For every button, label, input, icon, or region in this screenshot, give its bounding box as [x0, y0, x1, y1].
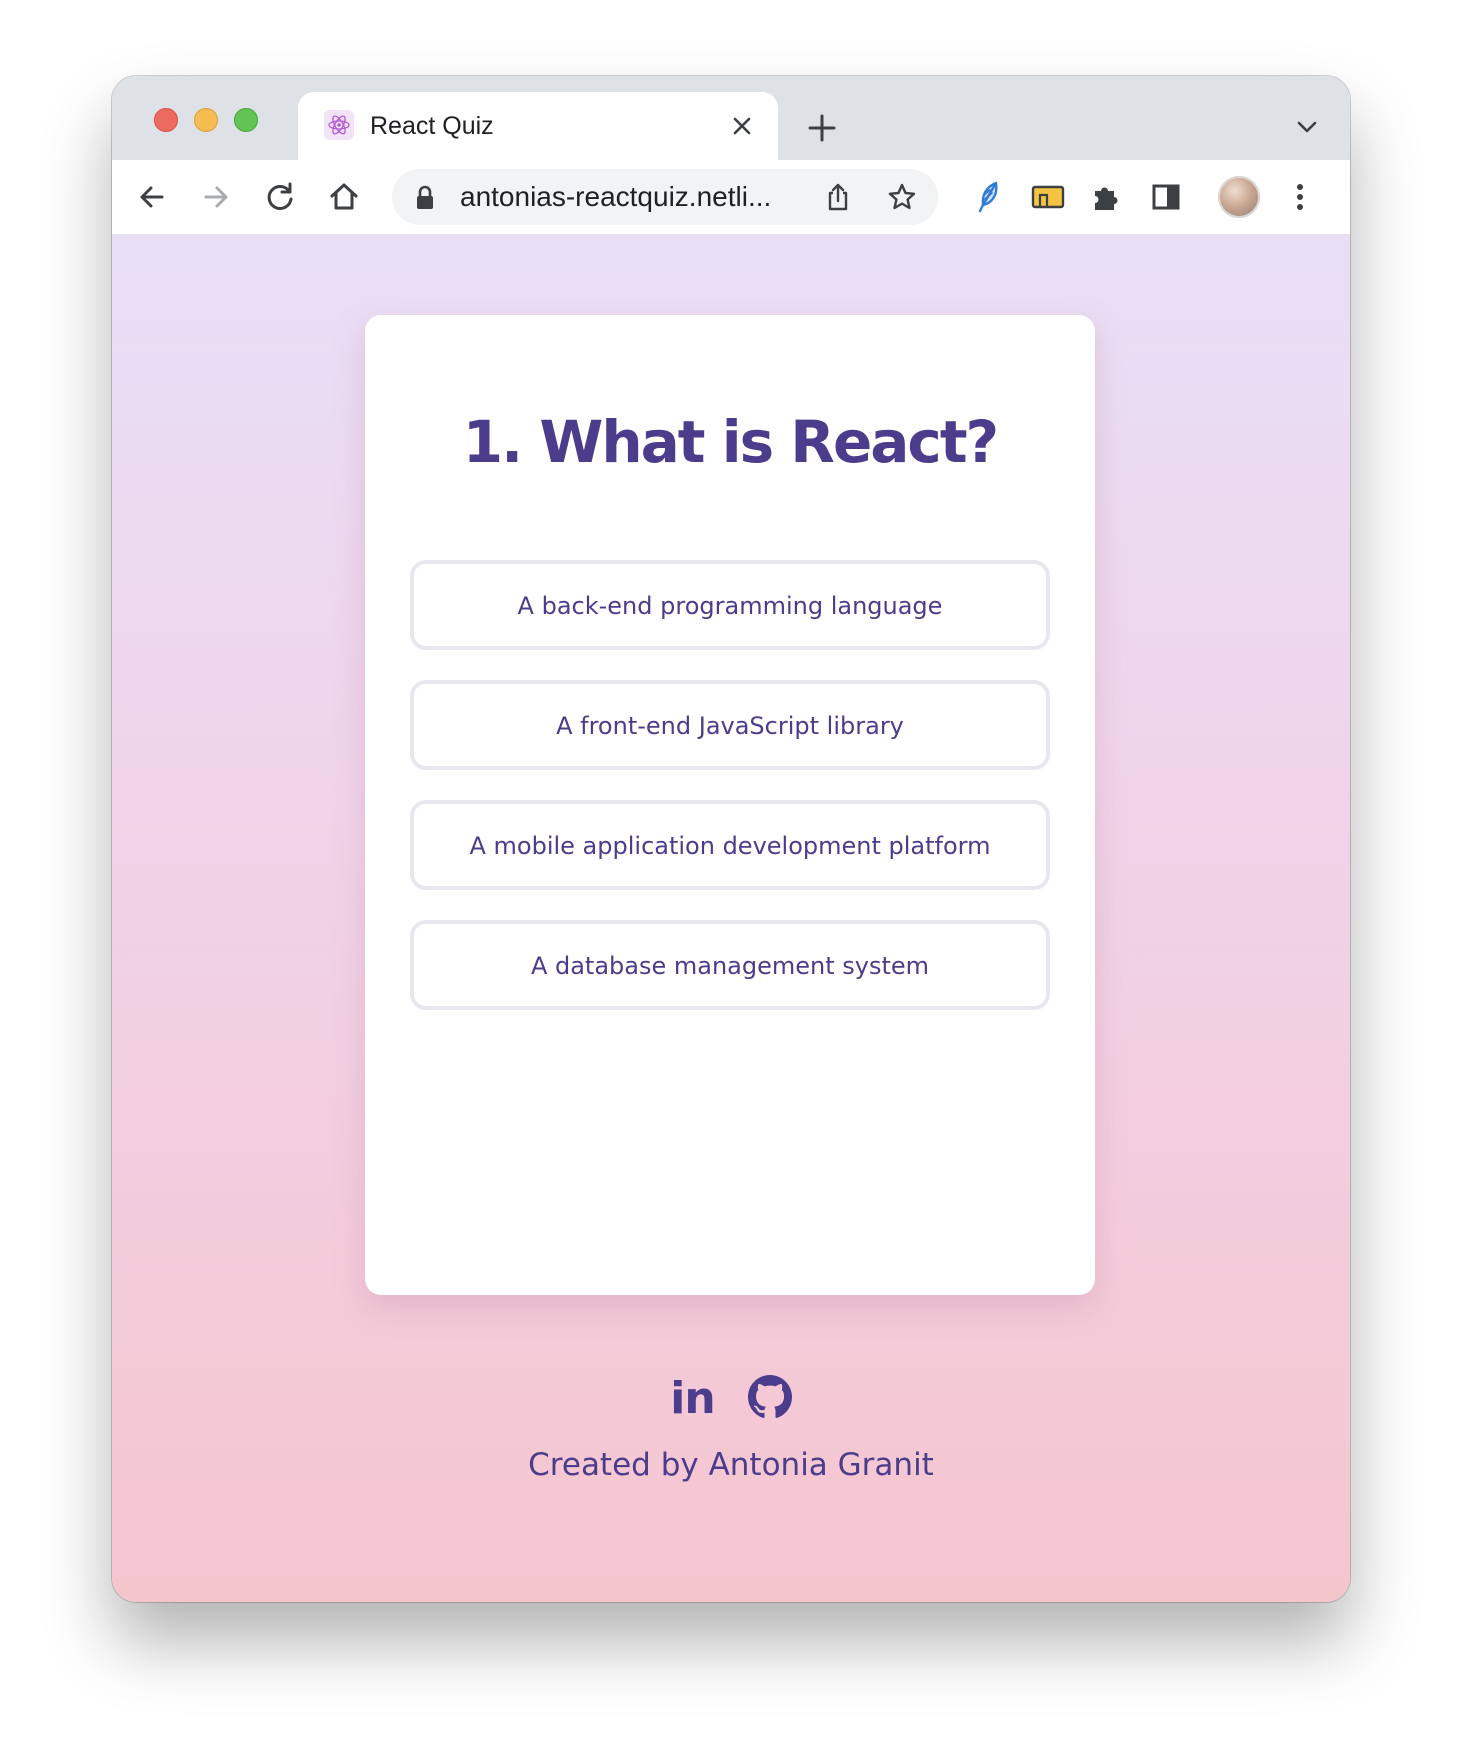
linkedin-icon[interactable]: in	[670, 1377, 715, 1421]
answer-option[interactable]: A database management system	[410, 920, 1050, 1010]
zoom-window-button[interactable]	[234, 108, 258, 132]
answer-option[interactable]: A back-end programming language	[410, 560, 1050, 650]
minimize-window-button[interactable]	[194, 108, 218, 132]
reload-icon[interactable]	[260, 177, 300, 217]
close-window-button[interactable]	[154, 108, 178, 132]
share-icon[interactable]	[822, 181, 854, 217]
social-links: in	[112, 1375, 1350, 1423]
linkedin-label: in	[670, 1373, 715, 1424]
side-panel-icon[interactable]	[1146, 177, 1186, 217]
new-tab-plus-icon[interactable]	[804, 110, 840, 146]
home-icon[interactable]	[324, 177, 364, 217]
extension-feather-icon[interactable]	[970, 177, 1010, 217]
address-bar[interactable]: antonias-reactquiz.netli...	[392, 169, 938, 225]
lock-icon[interactable]	[414, 185, 436, 215]
tab-strip: React Quiz	[112, 76, 1350, 160]
forward-arrow-icon[interactable]	[196, 177, 236, 217]
more-menu-icon[interactable]	[1280, 177, 1320, 217]
profile-avatar[interactable]	[1218, 176, 1260, 218]
credit-text: Created by Antonia Granit	[528, 1447, 934, 1483]
tab-react-quiz[interactable]: React Quiz	[298, 92, 778, 160]
tab-search-chevron-down-icon[interactable]	[1292, 112, 1322, 142]
bookmark-star-icon[interactable]	[886, 181, 918, 217]
question-title: 1. What is React?	[462, 408, 999, 476]
react-atom-icon	[324, 110, 354, 140]
tab-title: React Quiz	[370, 112, 494, 140]
browser-window: React Quiz antonias-reactquiz.netli... 1…	[112, 76, 1350, 1602]
github-icon[interactable]	[747, 1375, 792, 1423]
extension-folder-icon[interactable]	[1028, 177, 1068, 217]
url-text[interactable]: antonias-reactquiz.netli...	[460, 181, 771, 213]
page-content: 1. What is React? A back-end programming…	[112, 235, 1350, 1602]
back-arrow-icon[interactable]	[132, 177, 172, 217]
browser-toolbar: antonias-reactquiz.netli...	[112, 160, 1350, 235]
answer-option[interactable]: A mobile application development platfor…	[410, 800, 1050, 890]
close-tab-icon[interactable]	[726, 110, 758, 142]
quiz-card: 1. What is React? A back-end programming…	[365, 315, 1095, 1295]
answer-list: A back-end programming language A front-…	[410, 560, 1050, 1040]
answer-option[interactable]: A front-end JavaScript library	[410, 680, 1050, 770]
extensions-puzzle-icon[interactable]	[1086, 177, 1126, 217]
